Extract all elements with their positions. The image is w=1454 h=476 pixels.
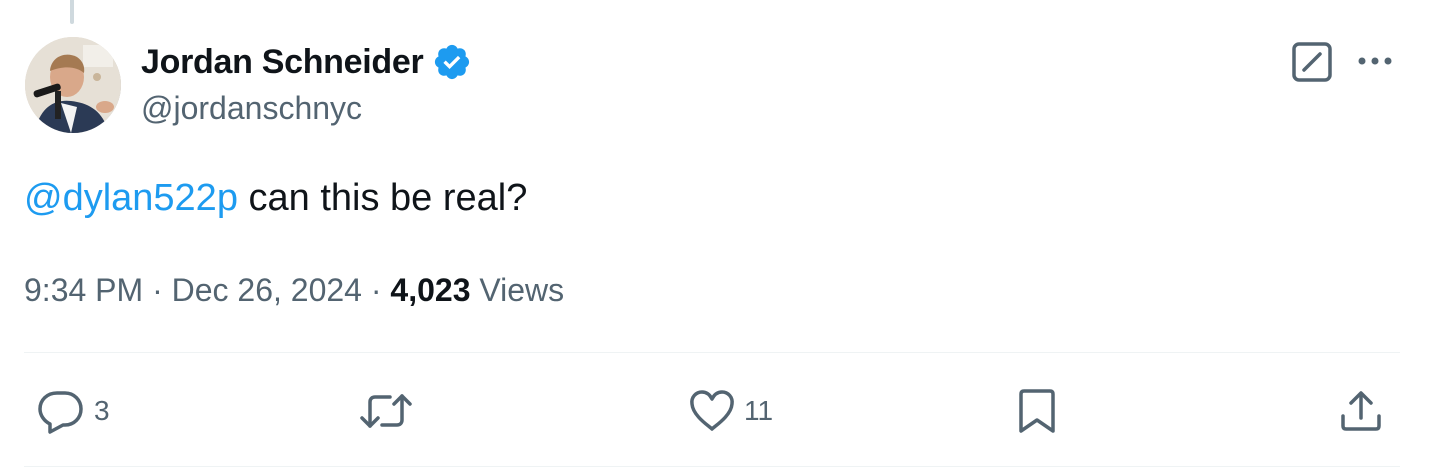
- like-button[interactable]: 11: [688, 388, 773, 434]
- verified-badge-icon[interactable]: [432, 42, 472, 82]
- more-icon[interactable]: [1355, 45, 1395, 77]
- share-icon: [1341, 391, 1381, 431]
- grok-icon[interactable]: [1291, 41, 1333, 83]
- meta-separator: ·: [361, 272, 391, 308]
- tweet-date[interactable]: Dec 26, 2024: [172, 272, 362, 308]
- share-button[interactable]: [1338, 388, 1384, 434]
- retweet-icon: [360, 394, 412, 428]
- divider: [24, 352, 1400, 353]
- bookmark-button[interactable]: [1016, 388, 1058, 434]
- author-name-row: Jordan Schneider: [141, 40, 472, 84]
- avatar-photo: [25, 37, 121, 133]
- reply-button[interactable]: 3: [36, 388, 110, 434]
- divider: [24, 466, 1400, 467]
- tweet-metadata: 9:34 PM · Dec 26, 2024 · 4,023 Views: [24, 268, 564, 312]
- reply-icon: [38, 391, 83, 434]
- reply-count: 3: [94, 395, 110, 426]
- author-handle[interactable]: @jordanschnyc: [141, 90, 362, 127]
- tweet-time[interactable]: 9:34 PM: [24, 272, 143, 308]
- bookmark-icon: [1019, 389, 1055, 433]
- retweet-button[interactable]: [358, 388, 422, 434]
- avatar[interactable]: [25, 37, 121, 133]
- tweet-body: can this be real?: [237, 177, 528, 219]
- views-label: Views: [470, 272, 565, 308]
- author-display-name[interactable]: Jordan Schneider: [141, 43, 424, 82]
- meta-separator: ·: [143, 272, 172, 308]
- tweet-text: @dylan522p can this be real?: [24, 175, 527, 221]
- thread-connector-line: [70, 0, 74, 24]
- mention-link[interactable]: @dylan522p: [24, 177, 238, 219]
- heart-icon: [690, 390, 734, 431]
- views-count: 4,023: [390, 272, 471, 308]
- like-count: 11: [744, 395, 774, 426]
